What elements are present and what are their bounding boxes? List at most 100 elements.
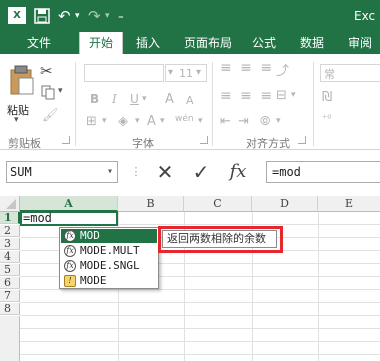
text-direction-dropdown-icon[interactable]: ▾ [276, 116, 281, 126]
undo-dropdown-icon[interactable]: ▾ [75, 0, 80, 32]
compatibility-function-icon: ! [64, 275, 76, 287]
function-name: MODE.SNGL [80, 259, 140, 272]
excel-logo-icon: X [8, 7, 26, 24]
insert-function-button[interactable]: fx [222, 161, 254, 183]
font-size-dropdown-icon: ▾ [168, 67, 174, 78]
tab-data[interactable]: 数据 [292, 32, 332, 54]
borders-dropdown-icon[interactable]: ▾ [102, 116, 107, 126]
name-box[interactable]: SUM ▾ [6, 161, 118, 183]
row-header[interactable]: 8 [0, 303, 20, 315]
column-header[interactable]: C [184, 196, 252, 212]
column-header[interactable]: A [20, 196, 118, 212]
function-autocomplete-list[interactable]: fx MOD fx MODE.MULT fx MODE.SNGL ! MODE [59, 227, 159, 289]
group-label-clipboard: 剪贴板 [8, 137, 41, 150]
underline-button[interactable]: U [130, 92, 139, 106]
row-header[interactable]: 7 [0, 290, 20, 302]
formula-bar: SUM ▾ ⋮ ✕ ✓ fx =mod [0, 152, 380, 190]
increase-decimal-icon[interactable]: ⁺⁰ [322, 114, 331, 125]
phonetic-dropdown-icon[interactable]: ▾ [198, 116, 203, 126]
annotation-highlight-box [158, 226, 283, 253]
font-size-value: 11 [179, 67, 193, 80]
ribbon: 粘贴 ▾ ✂ ▾ 🖌 剪贴板 ▾ 11 ▾ B I U ▾ A A ⊞ ▾ ◈ … [0, 54, 380, 150]
app-title: Exc [354, 9, 376, 23]
column-header[interactable]: B [118, 196, 184, 212]
ribbon-tabs: 文件 开始 插入 页面布局 公式 数据 审阅 [0, 32, 380, 54]
group-label-alignment: 对齐方式 [246, 137, 290, 150]
column-header[interactable]: D [252, 196, 318, 212]
row-header[interactable]: 3 [0, 238, 20, 250]
tab-page-layout[interactable]: 页面布局 [178, 32, 238, 54]
paste-dropdown-icon[interactable]: ▾ [14, 115, 19, 125]
borders-icon[interactable]: ⊞ [86, 114, 97, 129]
cancel-button[interactable]: ✕ [150, 161, 180, 183]
font-name-box[interactable] [84, 64, 164, 82]
decrease-indent-icon[interactable]: ⇤ [220, 114, 231, 129]
enter-button[interactable]: ✓ [186, 161, 216, 183]
tab-review[interactable]: 审阅 [340, 32, 380, 54]
merge-icon[interactable]: ⊟ [276, 88, 287, 103]
row-header[interactable]: 6 [0, 277, 20, 289]
name-box-dropdown-icon[interactable]: ▾ [107, 162, 113, 182]
redo-dropdown-icon[interactable]: ▾ [105, 0, 110, 32]
tab-insert[interactable]: 插入 [128, 32, 168, 54]
group-label-font: 字体 [132, 137, 154, 150]
top-align-icons[interactable]: ≡ ≡ ≡ [220, 60, 274, 76]
merge-dropdown-icon[interactable]: ▾ [291, 90, 296, 100]
number-format-box[interactable]: 常 [320, 64, 380, 82]
function-icon: fx [64, 245, 76, 257]
undo-icon[interactable]: ↶ [58, 0, 71, 32]
fill-color-dropdown-icon[interactable]: ▾ [135, 116, 140, 126]
font-launcher-icon[interactable] [200, 136, 208, 144]
row-header[interactable]: 5 [0, 264, 20, 276]
fill-color-icon[interactable]: ◈ [118, 114, 128, 129]
function-icon: fx [64, 260, 76, 272]
formula-bar-resize-icon[interactable]: ⋮ [130, 161, 142, 183]
paste-button[interactable] [6, 64, 36, 98]
row-header[interactable]: 4 [0, 251, 20, 263]
formula-input[interactable]: =mod [266, 161, 380, 183]
font-size-arrow-icon: ▾ [196, 67, 202, 78]
function-name: MODE [80, 274, 107, 287]
orientation-icon[interactable]: ⤴ [276, 60, 289, 79]
row-header[interactable]: 2 [0, 225, 20, 237]
underline-dropdown-icon[interactable]: ▾ [142, 94, 147, 104]
cut-icon[interactable]: ✂ [40, 62, 53, 80]
italic-button[interactable]: I [112, 92, 117, 106]
text-direction-icon[interactable]: ⦾ [260, 114, 270, 129]
shrink-font-button[interactable]: A [186, 94, 194, 107]
active-cell-value: =mod [23, 211, 52, 225]
save-icon[interactable] [34, 0, 50, 35]
customize-quick-access-icon[interactable]: ₌ [118, 0, 124, 32]
list-item[interactable]: ! MODE [61, 274, 157, 288]
list-item[interactable]: fx MOD [61, 229, 157, 243]
function-name: MODE.MULT [80, 244, 140, 257]
font-color-dropdown-icon[interactable]: ▾ [160, 116, 165, 126]
copy-icon[interactable] [40, 84, 56, 100]
bold-button[interactable]: B [90, 92, 99, 106]
format-painter-icon[interactable]: 🖌 [42, 108, 59, 123]
tab-home[interactable]: 开始 [79, 32, 123, 54]
list-item[interactable]: fx MODE.MULT [61, 244, 157, 258]
title-bar: X ↶ ▾ ↷ ▾ ₌ Exc [0, 0, 380, 32]
list-item[interactable]: fx MODE.SNGL [61, 259, 157, 273]
copy-dropdown-icon[interactable]: ▾ [58, 86, 63, 96]
clipboard-launcher-icon[interactable] [62, 136, 70, 144]
row-header[interactable]: 1 [0, 212, 20, 224]
horizontal-align-icons[interactable]: ≡ ≡ ≡ [220, 88, 274, 104]
tab-formulas[interactable]: 公式 [244, 32, 284, 54]
select-all-corner[interactable] [0, 196, 20, 212]
function-name: MOD [80, 229, 100, 242]
font-color-icon[interactable]: A [147, 114, 156, 129]
number-format-label: 常 [324, 68, 335, 81]
font-size-box[interactable]: ▾ 11 ▾ [165, 64, 207, 82]
redo-icon[interactable]: ↷ [88, 0, 101, 32]
tab-file[interactable]: 文件 [16, 32, 62, 54]
phonetic-button[interactable]: wén [175, 114, 194, 124]
currency-icon[interactable]: ₪ [322, 90, 332, 105]
alignment-launcher-icon[interactable] [298, 136, 306, 144]
increase-indent-icon[interactable]: ⇥ [238, 114, 249, 129]
function-icon: fx [64, 230, 76, 242]
grow-font-button[interactable]: A [165, 92, 174, 107]
column-header[interactable]: E [318, 196, 380, 212]
name-box-value: SUM [10, 165, 32, 179]
